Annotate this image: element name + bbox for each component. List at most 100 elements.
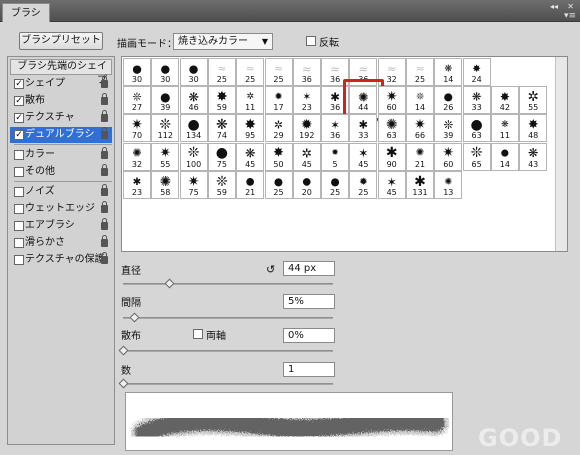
option-checkbox[interactable] [14, 204, 24, 214]
brush-tip-cell[interactable]: ❋ 74 [207, 114, 236, 143]
brush-tip-cell[interactable]: ✲ 29 [264, 114, 293, 143]
brush-tip-cell[interactable]: ✷ 75 [179, 170, 208, 199]
brush-tip-cell[interactable]: ❊ 27 [123, 86, 151, 115]
brush-tip-cell[interactable]: ❊ 65 [462, 142, 491, 171]
brush-tip-cell[interactable]: ● 63 [462, 114, 491, 143]
brush-tip-cell[interactable]: ✸ 95 [236, 114, 265, 143]
lock-icon[interactable] [101, 164, 108, 176]
flip-checkbox[interactable] [306, 36, 316, 46]
brush-tip-cell[interactable]: ✷ 66 [406, 114, 434, 143]
option-item[interactable]: 滑らかさ [10, 235, 112, 251]
brush-tip-cell[interactable]: ● 30 [179, 58, 208, 86]
brush-tip-cell[interactable]: ✺ 32 [123, 142, 151, 171]
option-checkbox[interactable]: ✓ [14, 96, 24, 106]
brush-tip-cell[interactable]: ● 14 [490, 142, 519, 171]
option-checkbox[interactable]: ✓ [14, 79, 24, 89]
brush-tip-cell[interactable]: ● 26 [434, 86, 463, 115]
brush-tip-cell[interactable]: ✹ 25 [349, 170, 378, 199]
collapse-icon[interactable]: ◂◂ [550, 2, 558, 12]
brush-tip-cell[interactable]: ✸ 48 [519, 114, 548, 143]
spacing-input[interactable]: 5% [283, 294, 335, 309]
reset-size-icon[interactable]: ↺ [266, 263, 275, 276]
both-axes-checkbox[interactable] [193, 329, 203, 339]
spacing-slider[interactable] [123, 317, 333, 319]
brush-tip-cell[interactable]: ❊ 14 [406, 86, 434, 115]
brush-tip-cell[interactable]: ✺ 58 [151, 170, 180, 199]
brush-tip-cell[interactable]: ❊ 59 [207, 170, 236, 199]
brush-tip-cell[interactable]: ✶ 23 [292, 86, 321, 115]
diameter-input[interactable]: 44 px [283, 261, 335, 276]
count-input[interactable]: 1 [283, 362, 335, 377]
diameter-slider-handle[interactable] [164, 278, 175, 289]
panel-menu-icon[interactable]: ▾≡ [564, 11, 576, 21]
scatter-slider-handle[interactable] [118, 345, 129, 356]
brush-tip-cell[interactable]: ≈25 [207, 58, 236, 86]
brush-tip-cell[interactable]: ✺ 13 [434, 170, 463, 199]
brush-tip-cell[interactable]: ≈25 [264, 58, 293, 86]
brush-tip-cell[interactable]: ✲ 45 [292, 142, 321, 171]
brush-tip-cell[interactable]: ● 134 [179, 114, 208, 143]
brush-tip-cell[interactable]: ✶ 45 [349, 142, 378, 171]
option-item[interactable]: エアブラシ [10, 218, 112, 234]
panel-tab-brush[interactable]: ブラシ [2, 3, 50, 22]
brush-tip-cell[interactable]: ● 30 [123, 58, 151, 86]
blend-mode-select[interactable]: 焼き込みカラー ▼ [173, 33, 273, 50]
brush-tip-cell[interactable]: ❋ 33 [462, 86, 491, 115]
brush-tip-cell[interactable]: ✹ 5 [321, 142, 350, 171]
brush-tip-cell[interactable]: ❋ 11 [490, 114, 519, 143]
option-checkbox[interactable] [14, 167, 24, 177]
brush-tip-cell[interactable]: ● 25 [321, 170, 350, 199]
option-checkbox[interactable] [14, 238, 24, 248]
lock-icon[interactable] [101, 184, 108, 196]
brush-tip-cell[interactable]: ✺ 21 [406, 142, 434, 171]
brush-tip-cell[interactable]: ✸ 42 [490, 86, 519, 115]
brush-tip-cell[interactable]: ● 25 [264, 170, 293, 199]
option-checkbox[interactable] [14, 255, 24, 265]
brush-tip-cell[interactable]: ✷ 55 [151, 142, 180, 171]
brush-tip-cell[interactable]: ✷ 60 [377, 86, 406, 115]
count-slider[interactable] [123, 383, 333, 385]
lock-icon[interactable] [101, 252, 108, 264]
brush-tip-cell[interactable]: ● 75 [207, 142, 236, 171]
brush-tip-cell[interactable]: ✹ 17 [264, 86, 293, 115]
scatter-input[interactable]: 0% [283, 328, 335, 343]
brush-tip-cell[interactable]: ● 30 [151, 58, 180, 86]
brush-tip-cell[interactable]: ❋ 14 [434, 58, 463, 86]
brush-presets-button[interactable]: ブラシプリセット [19, 32, 103, 50]
brush-tip-cell[interactable]: ≈25 [236, 58, 265, 86]
lock-icon[interactable] [101, 93, 108, 105]
spacing-slider-handle[interactable] [129, 312, 139, 323]
brush-tip-cell[interactable]: ✹ 192 [292, 114, 321, 143]
lock-icon[interactable] [101, 127, 108, 139]
option-checkbox[interactable]: ✓ [14, 130, 24, 140]
option-item[interactable]: カラー [10, 147, 112, 163]
brush-tip-cell[interactable]: ✷ 70 [123, 114, 151, 143]
brush-tip-cell[interactable]: ✱ 33 [349, 114, 378, 143]
brush-tip-cell[interactable]: ✶ 36 [321, 114, 350, 143]
brush-tip-cell[interactable]: ✺ 63 [377, 114, 406, 143]
brush-tip-cell[interactable]: ❊ 39 [434, 114, 463, 143]
option-checkbox[interactable] [14, 150, 24, 160]
brush-tip-cell[interactable]: ✱ 131 [406, 170, 434, 199]
lock-icon[interactable] [101, 235, 108, 247]
brush-tip-cell[interactable]: ● 21 [236, 170, 265, 199]
lock-icon[interactable] [101, 76, 108, 88]
brush-tip-cell[interactable]: ✲ 55 [519, 86, 548, 115]
brush-tip-cell[interactable]: ❊ 112 [151, 114, 180, 143]
option-item[interactable]: ウェットエッジ [10, 201, 112, 217]
brush-tip-cell[interactable]: ❋ 43 [519, 142, 548, 171]
option-item[interactable]: テクスチャの保護 [10, 252, 112, 268]
brush-tip-cell[interactable]: ● 39 [151, 86, 180, 115]
brush-tip-cell[interactable]: ≈36 [292, 58, 321, 86]
diameter-slider[interactable] [123, 283, 333, 285]
count-slider-handle[interactable] [118, 378, 129, 389]
lock-icon[interactable] [101, 218, 108, 230]
brush-tip-cell[interactable]: ✸ 24 [462, 58, 491, 86]
option-item[interactable]: ✓ シェイプ [10, 76, 112, 92]
brush-tip-cell[interactable]: ❋ 46 [179, 86, 208, 115]
option-checkbox[interactable] [14, 187, 24, 197]
brush-tip-cell[interactable]: ✱ 23 [123, 170, 151, 199]
option-item[interactable]: ✓ テクスチャ [10, 110, 112, 126]
lock-icon[interactable] [101, 147, 108, 159]
option-checkbox[interactable]: ✓ [14, 113, 24, 123]
